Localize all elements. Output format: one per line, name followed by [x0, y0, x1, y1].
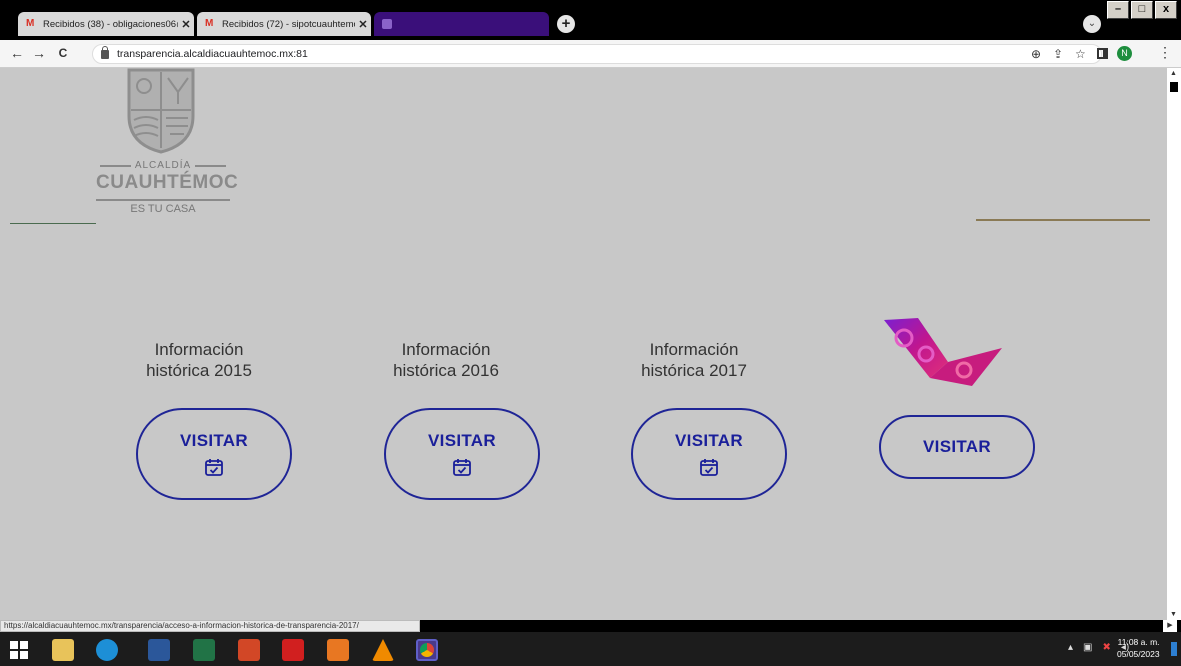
logo-name-text: CUAUHTÉMOC [96, 172, 239, 193]
nitro-icon[interactable] [327, 639, 349, 661]
address-url: transparencia.alcaldiacuauhtemoc.mx:81 [117, 48, 308, 60]
scroll-right-arrow-icon[interactable]: ▶ [1163, 620, 1177, 632]
visit-button-2017[interactable]: VISITAR [631, 408, 787, 500]
tab-inbox-obligaciones[interactable]: Recibidos (38) - obligaciones06@ ✕ [18, 12, 194, 36]
forward-arrow-icon[interactable]: → [30, 44, 48, 62]
word-icon[interactable] [148, 639, 170, 661]
clock-time: 11:08 a. m. [1117, 637, 1160, 647]
tab-search-chevron-icon[interactable]: ⌄ [1083, 15, 1101, 33]
logo-tagline: ES TU CASA [130, 203, 196, 215]
alcaldia-logo[interactable]: ALCALDÍA CUAUHTÉMOC ES TU CASA [96, 68, 239, 230]
card-title-line2: histórica 2016 [393, 361, 499, 380]
tab-close-icon[interactable]: ✕ [355, 18, 371, 31]
scroll-down-arrow-icon[interactable]: ▼ [1170, 611, 1177, 618]
visit-button-label: VISITAR [428, 431, 496, 450]
clock-date: 05/05/2023 [1117, 649, 1160, 659]
coat-of-arms-icon [127, 68, 195, 154]
horizontal-scroll-track[interactable] [420, 622, 1150, 630]
logo-alcaldia-text: ALCALDÍA [96, 160, 230, 171]
file-explorer-icon[interactable] [52, 639, 74, 661]
show-desktop-button[interactable] [1171, 642, 1177, 656]
acrobat-icon[interactable] [282, 639, 304, 661]
side-panel-icon[interactable] [1097, 48, 1108, 59]
page-viewport: ALCALDÍA CUAUHTÉMOC ES TU CASA Informaci… [0, 68, 1167, 620]
windows-taskbar: ▴ ▣ ✖ ◂) 11:08 a. m. 05/05/2023 [0, 632, 1181, 666]
visit-button-2016[interactable]: VISITAR [384, 408, 540, 500]
menu-kebab-icon[interactable]: ⋮ [1158, 44, 1172, 61]
calendar-check-icon [205, 459, 223, 476]
scroll-up-arrow-icon[interactable]: ▲ [1170, 70, 1177, 77]
card-title-line1: Información [154, 340, 244, 359]
security-alert-icon[interactable]: ✖ [1102, 642, 1110, 653]
gmail-icon [26, 18, 38, 29]
card-title-line2: histórica 2017 [641, 361, 747, 380]
visit-button-label: VISITAR [675, 431, 743, 450]
card-title-line1: Información [649, 340, 739, 359]
vlc-icon[interactable] [372, 639, 394, 661]
new-tab-button[interactable]: + [557, 15, 575, 33]
gmail-icon [205, 18, 217, 29]
maximize-button[interactable]: □ [1131, 1, 1153, 19]
card-title-2017: Información histórica 2017 [614, 339, 774, 381]
share-icon[interactable]: ⇪ [1053, 47, 1063, 61]
tab-close-icon[interactable]: ✕ [178, 18, 194, 31]
site-favicon-icon [382, 19, 392, 29]
powerpoint-icon[interactable] [238, 639, 260, 661]
tab-strip: Recibidos (38) - obligaciones06@ ✕ Recib… [0, 0, 1181, 40]
horizontal-scrollbar[interactable]: ▶ [420, 620, 1181, 632]
zoom-icon[interactable]: ⊕ [1031, 47, 1041, 61]
windows-start-icon[interactable] [10, 641, 28, 659]
scrollbar-thumb[interactable] [1170, 82, 1178, 92]
header-divider-left [10, 223, 96, 224]
visit-button-2015[interactable]: VISITAR [136, 408, 292, 500]
status-bar-url: https://alcaldiacuauhtemoc.mx/transparen… [0, 620, 420, 632]
address-bar[interactable]: transparencia.alcaldiacuauhtemoc.mx:81 ⊕… [92, 44, 1102, 64]
vertical-scrollbar[interactable]: ▲ ▼ [1167, 68, 1181, 620]
reload-icon[interactable]: C [54, 44, 72, 62]
network-icon[interactable]: ▣ [1083, 642, 1092, 653]
profile-avatar[interactable]: N [1117, 46, 1132, 61]
minimize-button[interactable]: – [1107, 1, 1129, 19]
window-controls: – □ x [1107, 1, 1177, 19]
lock-icon [101, 45, 109, 59]
screen: Recibidos (38) - obligaciones06@ ✕ Recib… [0, 0, 1181, 666]
tab-inbox-sipot[interactable]: Recibidos (72) - sipotcuauhtemoc ✕ [197, 12, 371, 36]
back-arrow-icon[interactable]: ← [8, 44, 26, 62]
logo-divider [96, 199, 230, 201]
card-title-2016: Información histórica 2016 [366, 339, 526, 381]
excel-icon[interactable] [193, 639, 215, 661]
tab-title: Recibidos (38) - obligaciones06@ [43, 18, 178, 30]
visit-button-label: VISITAR [180, 431, 248, 450]
visit-button-4[interactable]: VISITAR [879, 415, 1035, 479]
close-window-button[interactable]: x [1155, 1, 1177, 19]
chrome-icon[interactable] [416, 639, 438, 661]
tray-chevron-icon[interactable]: ▴ [1068, 642, 1073, 653]
edge-icon[interactable] [96, 639, 118, 661]
header-divider-right [976, 219, 1150, 221]
card-title-2015: Información histórica 2015 [119, 339, 279, 381]
calendar-check-icon [453, 459, 471, 476]
visit-button-label: VISITAR [923, 437, 991, 456]
tab-active-site[interactable] [374, 12, 549, 36]
taskbar-clock[interactable]: 11:08 a. m. 05/05/2023 [1117, 636, 1160, 660]
calendar-check-icon [700, 459, 718, 476]
bookmark-star-icon[interactable]: ☆ [1075, 47, 1086, 61]
card-title-line1: Información [401, 340, 491, 359]
card-title-line2: histórica 2015 [146, 361, 252, 380]
ribbon-graphic [884, 318, 1002, 386]
tab-title: Recibidos (72) - sipotcuauhtemoc [222, 18, 355, 30]
browser-toolbar: ← → C transparencia.alcaldiacuauhtemoc.m… [0, 40, 1181, 68]
